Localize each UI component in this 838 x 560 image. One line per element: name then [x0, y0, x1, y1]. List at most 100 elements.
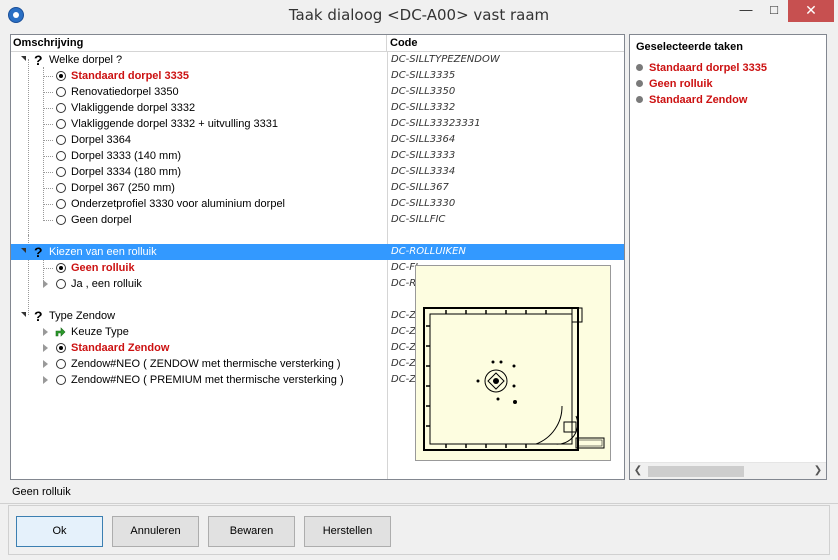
- radio-checked-icon[interactable]: [56, 263, 66, 273]
- radio-icon[interactable]: [56, 119, 66, 129]
- radio-icon[interactable]: [56, 279, 66, 289]
- row-label: Onderzetprofiel 3330 voor aluminium dorp…: [71, 198, 286, 210]
- row-label: Ja , een rolluik: [71, 278, 142, 290]
- expand-icon[interactable]: [43, 376, 48, 384]
- task-tree[interactable]: Omschrijving Code ? Welke dorpel ? DC-SI…: [10, 34, 625, 480]
- selected-task-item[interactable]: Standaard dorpel 3335: [636, 62, 767, 74]
- status-text: Geen rolluik: [12, 486, 71, 498]
- tree-row-option[interactable]: Dorpel 3333 (140 mm) DC-SILL3333: [11, 148, 624, 164]
- cancel-button[interactable]: Annuleren: [112, 516, 199, 547]
- row-code: DC-SILLTYPEZENDOW: [391, 54, 500, 65]
- selected-task-item[interactable]: Standaard Zendow: [636, 94, 747, 106]
- row-code: DC-FI: [391, 262, 418, 273]
- minimize-button[interactable]: —: [734, 0, 758, 22]
- radio-icon[interactable]: [56, 359, 66, 369]
- selected-tasks-title: Geselecteerde taken: [636, 41, 744, 53]
- row-label: Dorpel 367 (250 mm): [71, 182, 175, 194]
- tree-row-option[interactable]: Dorpel 3334 (180 mm) DC-SILL3334: [11, 164, 624, 180]
- scrollbar-thumb[interactable]: [648, 466, 744, 477]
- row-label: Keuze Type: [71, 326, 129, 338]
- row-code: DC-SILL3350: [391, 86, 456, 97]
- divider: [0, 503, 838, 504]
- row-label: Geen dorpel: [71, 214, 132, 226]
- radio-icon[interactable]: [56, 183, 66, 193]
- row-label: Geen rolluik: [71, 262, 135, 274]
- row-label: Zendow#NEO ( ZENDOW met thermische verst…: [71, 358, 341, 370]
- restore-button[interactable]: Herstellen: [304, 516, 391, 547]
- row-code: DC-SILL3334: [391, 166, 456, 177]
- title-bar: Taak dialoog <DC-A00> vast raam — □ ✕: [0, 0, 838, 30]
- row-code: DC-Z: [391, 358, 417, 369]
- bullet-icon: [636, 96, 643, 103]
- row-label: Standaard dorpel 3335: [71, 70, 189, 82]
- scroll-left-icon[interactable]: ❮: [632, 465, 644, 477]
- radio-icon[interactable]: [56, 151, 66, 161]
- window-title: Taak dialoog <DC-A00> vast raam: [288, 6, 550, 24]
- radio-icon[interactable]: [56, 135, 66, 145]
- tree-row-welke-dorpel[interactable]: ? Welke dorpel ? DC-SILLTYPEZENDOW: [11, 52, 624, 68]
- tree-row-option[interactable]: Renovatiedorpel 3350 DC-SILL3350: [11, 84, 624, 100]
- expand-icon[interactable]: [43, 344, 48, 352]
- radio-icon[interactable]: [56, 375, 66, 385]
- radio-checked-icon[interactable]: [56, 343, 66, 353]
- row-label: Vlakliggende dorpel 3332: [71, 102, 196, 114]
- row-code: DC-Z: [391, 374, 417, 385]
- radio-icon[interactable]: [56, 87, 66, 97]
- radio-checked-icon[interactable]: [56, 71, 66, 81]
- tree-row-option[interactable]: Standaard dorpel 3335 DC-SILL3335: [11, 68, 624, 84]
- collapse-icon[interactable]: [21, 312, 26, 317]
- row-code: DC-R: [391, 278, 417, 289]
- row-code: DC-Z: [391, 310, 417, 321]
- question-icon: ?: [34, 244, 43, 260]
- row-code: DC-Z: [391, 342, 417, 353]
- row-label: Vlakliggende dorpel 3332 + uitvulling 33…: [71, 118, 279, 130]
- horizontal-scrollbar[interactable]: ❮ ❯: [630, 462, 826, 479]
- row-code: DC-SILL3364: [391, 134, 456, 145]
- expand-icon[interactable]: [43, 328, 48, 336]
- tree-row-option[interactable]: Dorpel 367 (250 mm) DC-SILL367: [11, 180, 624, 196]
- tree-row-option[interactable]: Dorpel 3364 DC-SILL3364: [11, 132, 624, 148]
- question-icon: ?: [34, 52, 43, 68]
- tree-row-option[interactable]: Vlakliggende dorpel 3332 DC-SILL3332: [11, 100, 624, 116]
- tree-row-option[interactable]: Geen dorpel DC-SILLFIC: [11, 212, 624, 228]
- row-code: DC-SILLFIC: [391, 214, 446, 225]
- tree-row-option[interactable]: Vlakliggende dorpel 3332 + uitvulling 33…: [11, 116, 624, 132]
- row-code: DC-SILL367: [391, 182, 449, 193]
- bullet-icon: [636, 80, 643, 87]
- radio-icon[interactable]: [56, 199, 66, 209]
- row-label: Dorpel 3333 (140 mm): [71, 150, 182, 162]
- expand-icon[interactable]: [43, 280, 48, 288]
- row-code: DC-SILL33323331: [391, 118, 481, 129]
- row-code: DC-ROLLUIKEN: [391, 246, 466, 257]
- column-header-code[interactable]: Code: [387, 35, 624, 52]
- tree-row-option[interactable]: Onderzetprofiel 3330 voor aluminium dorp…: [11, 196, 624, 212]
- collapse-icon[interactable]: [21, 56, 26, 61]
- tree-row-rolluik[interactable]: ? Kiezen van een rolluik DC-ROLLUIKEN: [11, 244, 624, 260]
- scroll-right-icon[interactable]: ❯: [812, 465, 824, 477]
- row-code: DC-SILL3332: [391, 102, 456, 113]
- row-label: Type Zendow: [49, 310, 116, 322]
- selected-task-item[interactable]: Geen rolluik: [636, 78, 713, 90]
- radio-icon[interactable]: [56, 103, 66, 113]
- expand-icon[interactable]: [43, 360, 48, 368]
- row-code: DC-SILL3330: [391, 198, 456, 209]
- selected-tasks-panel: Geselecteerde taken Standaard dorpel 333…: [629, 34, 827, 480]
- preview-drawing: [415, 265, 611, 461]
- row-code: DC-Z: [391, 326, 417, 337]
- question-icon: ?: [34, 308, 43, 324]
- ok-button[interactable]: Ok: [16, 516, 103, 547]
- bullet-icon: [636, 64, 643, 71]
- row-label: Kiezen van een rolluik: [49, 246, 157, 258]
- row-label: Dorpel 3334 (180 mm): [71, 166, 182, 178]
- task-arrow-icon: [55, 327, 66, 337]
- save-button[interactable]: Bewaren: [208, 516, 295, 547]
- button-bar: Ok Annuleren Bewaren Herstellen: [8, 505, 830, 555]
- close-button[interactable]: ✕: [788, 0, 834, 22]
- radio-icon[interactable]: [56, 167, 66, 177]
- radio-icon[interactable]: [56, 215, 66, 225]
- window-section-drawing: [423, 307, 605, 451]
- maximize-button[interactable]: □: [762, 0, 786, 22]
- column-header-description[interactable]: Omschrijving: [11, 35, 387, 52]
- row-label: Zendow#NEO ( PREMIUM met thermische vers…: [71, 374, 344, 386]
- collapse-icon[interactable]: [21, 248, 26, 253]
